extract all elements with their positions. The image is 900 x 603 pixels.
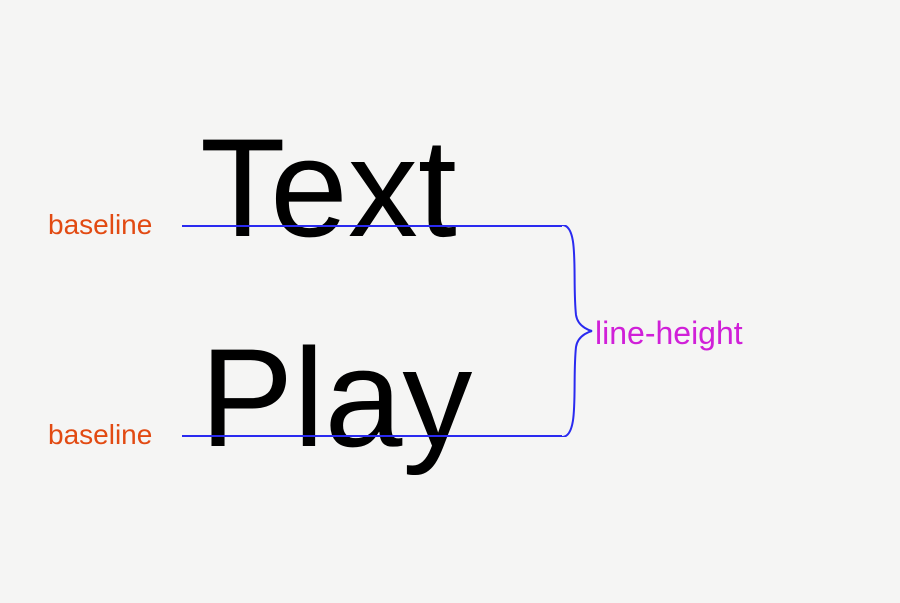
- baseline-rule-1: [182, 225, 562, 227]
- line-height-diagram: Text Play baseline baseline line-height: [0, 0, 900, 603]
- line-height-label: line-height: [595, 315, 743, 352]
- curly-brace-icon: [560, 225, 600, 437]
- sample-word-2: Play: [200, 328, 472, 468]
- baseline-label-1: baseline: [48, 209, 152, 241]
- baseline-label-2: baseline: [48, 419, 152, 451]
- baseline-rule-2: [182, 435, 562, 437]
- sample-word-1: Text: [200, 118, 457, 258]
